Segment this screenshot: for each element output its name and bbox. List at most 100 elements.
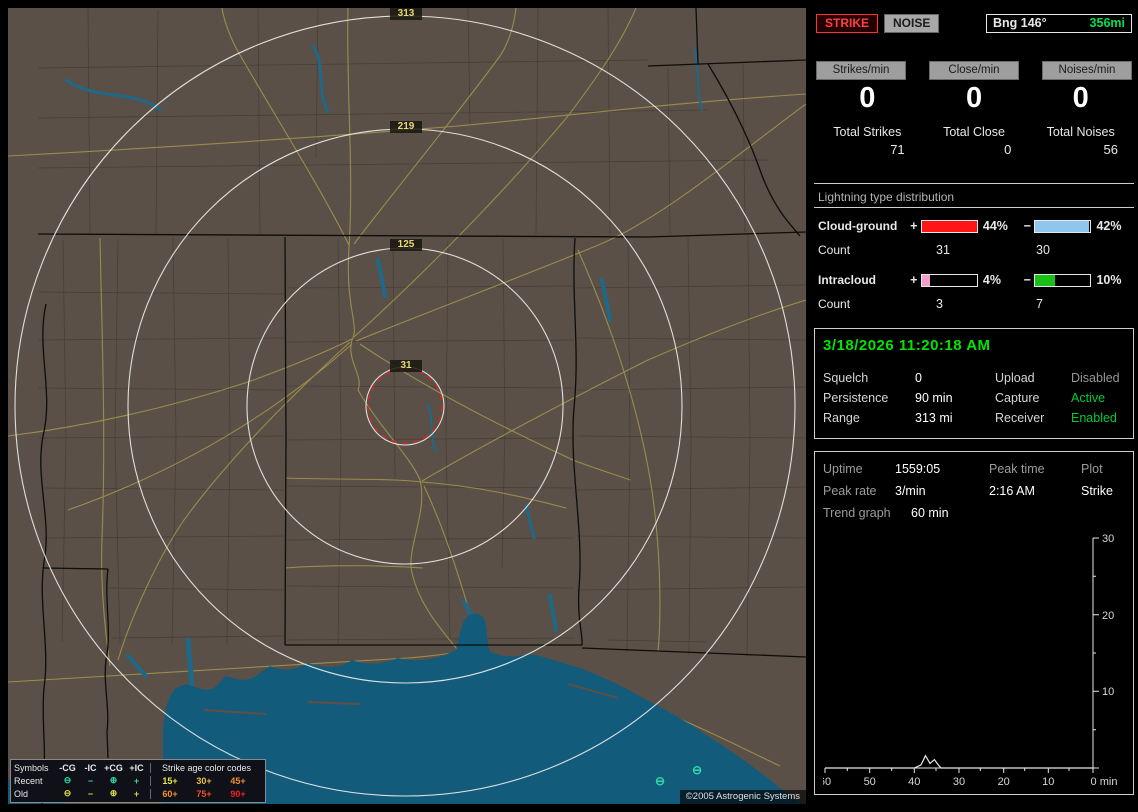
upload-status: Disabled bbox=[1071, 371, 1120, 385]
pos-ic-old-icon: + bbox=[133, 788, 140, 799]
ring-label-219: 219 bbox=[390, 121, 422, 133]
strike-symbol: ⊖ bbox=[691, 763, 703, 777]
persistence-value: 90 min bbox=[915, 391, 953, 405]
ring-label-125: 125 bbox=[390, 239, 422, 251]
x-tick-60: 60 bbox=[823, 776, 831, 788]
peak-rate-value: 3/min bbox=[895, 484, 926, 498]
capture-status: Active bbox=[1071, 391, 1106, 405]
pos-ic-recent-icon: + bbox=[133, 775, 140, 786]
legend-recent-row: Recent ⊖ − ⊕ + 15+ 30+ 45+ bbox=[14, 774, 262, 787]
total-strikes: Total Strikes 71 bbox=[814, 125, 921, 157]
peak-time-value: 2:16 AM bbox=[989, 484, 1035, 498]
age-90: 90+ bbox=[230, 788, 246, 799]
x-tick-0: 0 min bbox=[1091, 776, 1118, 788]
legend-recent-label: Recent bbox=[14, 775, 43, 786]
plus-sign: + bbox=[910, 273, 918, 287]
range-value: 313 mi bbox=[915, 411, 953, 425]
ic-negative-bar bbox=[1034, 273, 1092, 287]
cg-negative-bar bbox=[1034, 219, 1092, 233]
ic-positive-bar-fill bbox=[921, 274, 930, 286]
status-section: 3/18/2026 11:20:18 AM Squelch 0 Upload D… bbox=[814, 328, 1134, 439]
x-tick-40: 40 bbox=[908, 776, 920, 788]
cloud-ground-row: Cloud-ground + 44% − 42% bbox=[814, 214, 1134, 238]
peak-rate-row: Peak rate 3/min 2:16 AM Strike bbox=[823, 480, 1125, 502]
cg-positive-percent: 44% bbox=[982, 219, 1008, 233]
settings-row: Range 313 mi Receiver Enabled bbox=[823, 408, 1125, 428]
current-datetime: 3/18/2026 11:20:18 AM bbox=[823, 337, 991, 354]
total-noises-value: 56 bbox=[1103, 142, 1119, 157]
total-noises-label: Total Noises bbox=[1046, 125, 1115, 139]
legend-old-row: Old ⊖ − ⊕ + 60+ 75+ 90+ bbox=[14, 787, 262, 800]
strikes-per-min-button[interactable]: Strikes/min bbox=[816, 61, 906, 80]
total-close-value: 0 bbox=[1004, 142, 1012, 157]
ic-positive-percent: 4% bbox=[982, 273, 1001, 287]
x-major-ticks bbox=[824, 768, 1094, 773]
ring-label-313: 313 bbox=[390, 8, 422, 20]
legend-col-pos-ic: +IC bbox=[129, 762, 144, 773]
total-noises: Total Noises 56 bbox=[1027, 125, 1134, 157]
age-45: 45+ bbox=[230, 775, 246, 786]
map-legend: Symbols -CG -IC +CG +IC Strike age color… bbox=[10, 759, 266, 803]
pos-cg-old-icon: ⊕ bbox=[109, 788, 118, 798]
cg-negative-count: 30 bbox=[1036, 243, 1050, 257]
ring-label-31: 31 bbox=[390, 360, 422, 372]
trend-graph-row: Trend graph 60 min bbox=[823, 502, 1125, 524]
uptime-label: Uptime bbox=[823, 462, 863, 476]
trend-line bbox=[825, 754, 1093, 769]
count-label: Count bbox=[818, 297, 851, 311]
close-per-min-button[interactable]: Close/min bbox=[929, 61, 1019, 80]
noise-button[interactable]: NOISE bbox=[884, 14, 940, 33]
trend-section: Uptime 1559:05 Peak time Plot Peak rate … bbox=[814, 451, 1134, 795]
cg-negative-percent: 42% bbox=[1096, 219, 1122, 233]
noises-per-min-button[interactable]: Noises/min bbox=[1042, 61, 1132, 80]
neg-ic-old-icon: − bbox=[87, 788, 94, 799]
legend-col-neg-ic: -IC bbox=[84, 762, 97, 773]
neg-cg-old-icon: ⊖ bbox=[63, 788, 72, 798]
peak-rate-label: Peak rate bbox=[823, 484, 877, 498]
ic-negative-percent: 10% bbox=[1096, 273, 1122, 287]
cg-positive-bar bbox=[920, 219, 978, 233]
strike-button[interactable]: STRIKE bbox=[816, 14, 879, 33]
minus-sign: − bbox=[1023, 219, 1031, 233]
lightning-distribution-section: Lightning type distribution Cloud-ground… bbox=[814, 183, 1134, 316]
y-tick-20: 20 bbox=[1102, 610, 1114, 622]
cloud-ground-count-row: Count 31 30 bbox=[814, 238, 1134, 262]
persistence-label: Persistence bbox=[823, 391, 889, 405]
minus-sign: − bbox=[1023, 273, 1031, 287]
total-strikes-value: 71 bbox=[890, 142, 905, 157]
control-panel: STRIKE NOISE Bng 146° 356mi Strikes/min … bbox=[814, 0, 1134, 812]
y-tick-10: 10 bbox=[1102, 686, 1114, 698]
total-strikes-label: Total Strikes bbox=[833, 125, 902, 139]
copyright-notice: ©2005 Astrogenic Systems bbox=[679, 790, 806, 804]
distance-value: 356mi bbox=[1089, 16, 1125, 30]
trend-graph-canvas: 30 20 10 60 50 40 30 20 10 0 min bbox=[819, 533, 1118, 788]
x-tick-50: 50 bbox=[864, 776, 876, 788]
intracloud-count-row: Count 3 7 bbox=[814, 292, 1134, 316]
y-tick-30: 30 bbox=[1102, 533, 1114, 545]
receiver-status: Enabled bbox=[1071, 411, 1117, 425]
range-label: Range bbox=[823, 411, 860, 425]
age-75: 75+ bbox=[196, 788, 212, 799]
x-tick-20: 20 bbox=[998, 776, 1010, 788]
age-15: 15+ bbox=[162, 775, 178, 786]
strike-symbol: ⊖ bbox=[654, 774, 666, 788]
bearing-display: Bng 146° 356mi bbox=[986, 14, 1132, 33]
legend-age-header: Strike age color codes bbox=[150, 762, 262, 773]
lightning-map[interactable]: 313 219 125 31 ⊖ ⊖ Symbols -CG -IC +CG +I… bbox=[8, 8, 806, 804]
totals-row: Total Strikes 71 Total Close 0 Total Noi… bbox=[814, 125, 1134, 157]
neg-ic-recent-icon: − bbox=[87, 775, 94, 786]
legend-old-label: Old bbox=[14, 788, 29, 799]
settings-row: Squelch 0 Upload Disabled bbox=[823, 368, 1125, 388]
cg-negative-bar-fill bbox=[1035, 220, 1089, 232]
upload-label: Upload bbox=[995, 371, 1035, 385]
ic-positive-count: 3 bbox=[936, 297, 943, 311]
uptime-row: Uptime 1559:05 Peak time Plot bbox=[823, 458, 1125, 480]
panel-header: STRIKE NOISE Bng 146° 356mi bbox=[816, 14, 1132, 33]
intracloud-label: Intracloud bbox=[818, 273, 877, 287]
receiver-label: Receiver bbox=[995, 411, 1045, 425]
total-close-label: Total Close bbox=[943, 125, 1005, 139]
axes bbox=[825, 538, 1094, 769]
distribution-title: Lightning type distribution bbox=[814, 190, 1134, 208]
squelch-value: 0 bbox=[915, 371, 922, 385]
ic-negative-count: 7 bbox=[1036, 297, 1043, 311]
